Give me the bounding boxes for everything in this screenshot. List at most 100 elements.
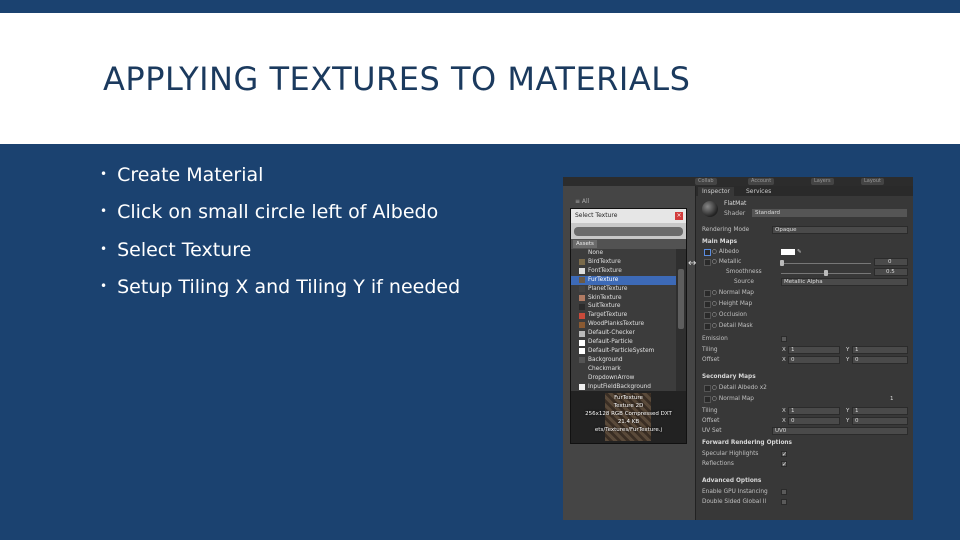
texture-list-item[interactable]: PlanetTexture	[571, 285, 676, 294]
texture-list-item[interactable]: BirdTexture	[571, 258, 676, 267]
tab-assets[interactable]: Assets	[573, 240, 597, 248]
texture-thumbnail-icon	[579, 357, 585, 364]
texture-list-item[interactable]: SuitTexture	[571, 302, 676, 311]
texture-list-item[interactable]: SkinTexture	[571, 294, 676, 303]
tab-services[interactable]: Services	[742, 187, 775, 196]
sec-tiling-x-value: 1	[791, 408, 795, 414]
detail-albedo-label[interactable]: ○ Detail Albedo x2	[712, 384, 767, 393]
layers-button[interactable]: Layers	[811, 178, 834, 185]
texture-thumbnail-icon	[579, 295, 585, 301]
texture-list-item[interactable]: Checkmark	[571, 365, 676, 374]
source-label: Source	[734, 279, 754, 285]
texture-thumbnail-icon	[579, 250, 585, 257]
texture-name: Default-Particle	[588, 339, 633, 345]
bullet-item: • Setup Tiling X and Tiling Y if needed	[100, 275, 540, 300]
offset-y-label: Y	[846, 357, 850, 363]
texture-list-item[interactable]: Background	[571, 356, 676, 365]
enable-gpu-checkbox[interactable]	[781, 489, 787, 495]
scrollbar-thumb[interactable]	[678, 269, 684, 329]
reflections-checkbox[interactable]: ✓	[781, 461, 787, 468]
metallic-label[interactable]: ○ Metallic	[712, 258, 741, 267]
sec-normal-map-label[interactable]: ○ Normal Map	[712, 395, 754, 404]
tab-inspector[interactable]: Inspector	[698, 187, 734, 196]
metallic-slider-knob[interactable]	[780, 260, 784, 266]
dialog-title: Select Texture	[571, 209, 686, 223]
advanced-options-heading: Advanced Options	[702, 478, 762, 484]
uv-set-dropdown[interactable]	[772, 427, 908, 435]
color-picker-icon[interactable]: ✎	[797, 248, 802, 256]
tiling-x-field[interactable]	[788, 346, 840, 354]
sec-tiling-x-field[interactable]	[788, 407, 840, 415]
layout-button[interactable]: Layout	[861, 178, 884, 185]
offset-y-field[interactable]	[852, 356, 908, 364]
smoothness-slider-knob[interactable]	[824, 270, 828, 276]
texture-name: TargetTexture	[588, 312, 628, 319]
sec-offset-x-field[interactable]	[788, 417, 840, 425]
sec-offset-y-field[interactable]	[852, 417, 908, 425]
texture-list-item[interactable]: None	[571, 249, 676, 258]
emission-checkbox[interactable]	[781, 336, 787, 342]
albedo-slot[interactable]	[704, 249, 711, 256]
height-map-slot[interactable]	[704, 301, 711, 308]
texture-thumbnail-icon	[579, 277, 585, 284]
detail-mask-slot[interactable]	[704, 323, 711, 330]
sec-tiling-y-field[interactable]	[852, 407, 908, 415]
tiling-y-field[interactable]	[852, 346, 908, 354]
texture-thumbnail-icon	[579, 375, 585, 382]
texture-list-item[interactable]: Default-Particle	[571, 338, 676, 347]
texture-thumbnail-icon	[579, 312, 585, 319]
collab-button[interactable]: Collab	[695, 178, 717, 185]
preview-name: FurTexture	[614, 395, 643, 401]
texture-thumbnail-icon	[579, 286, 585, 293]
bullet-item: • Create Material	[100, 162, 540, 187]
texture-name: Checkmark	[588, 365, 621, 372]
texture-name: None	[588, 250, 604, 256]
specular-highlights-label: Specular Highlights	[702, 451, 759, 457]
texture-list-item[interactable]: InputFieldBackground	[571, 383, 676, 392]
texture-thumbnail-icon	[579, 339, 585, 346]
texture-name: PlanetTexture	[588, 285, 628, 292]
texture-thumbnail-icon	[579, 384, 585, 390]
occlusion-label[interactable]: ○ Occlusion	[712, 311, 747, 320]
texture-list-item[interactable]: FurTexture	[571, 275, 676, 285]
texture-name: FontTexture	[588, 267, 622, 274]
albedo-label[interactable]: ○ Albedo	[712, 248, 739, 257]
inspector-panel: Inspector Services FlatMat Shader Standa…	[695, 186, 913, 520]
texture-list-item[interactable]: DropdownArrow	[571, 374, 676, 383]
material-sphere-icon	[702, 201, 718, 217]
account-button[interactable]: Account	[748, 178, 775, 185]
albedo-color-swatch[interactable]	[781, 249, 795, 255]
double-sided-checkbox[interactable]	[781, 499, 787, 505]
shader-dropdown[interactable]: Standard	[752, 209, 907, 217]
metallic-slider-track[interactable]	[781, 263, 871, 264]
texture-thumbnail-icon	[579, 259, 585, 266]
hierarchy-filter[interactable]: ≡ All	[575, 198, 589, 205]
height-map-label[interactable]: ○ Height Map	[712, 300, 752, 309]
metallic-value: 0	[888, 259, 892, 265]
texture-search-input[interactable]	[574, 227, 683, 236]
offset-x-field[interactable]	[788, 356, 840, 364]
detail-albedo-slot[interactable]	[704, 385, 711, 392]
normal-map-slot[interactable]	[704, 290, 711, 297]
texture-list-item[interactable]: FontTexture	[571, 267, 676, 276]
texture-list-item[interactable]: Default-ParticleSystem	[571, 347, 676, 356]
sec-normal-map-slot[interactable]	[704, 396, 711, 403]
select-texture-dialog: Select Texture × Assets None BirdTexture F…	[570, 208, 687, 444]
occlusion-slot[interactable]	[704, 312, 711, 319]
normal-map-label[interactable]: ○ Normal Map	[712, 289, 754, 298]
specular-highlights-checkbox[interactable]: ✓	[781, 451, 787, 458]
bullet-text: Select Texture	[117, 238, 252, 261]
secondary-maps-heading: Secondary Maps	[702, 374, 756, 380]
reflections-label: Reflections	[702, 461, 734, 467]
preview-path: ets/Textures/FurTexture.j	[594, 427, 663, 433]
texture-list-scrollbar[interactable]	[676, 249, 686, 391]
close-icon[interactable]: ×	[675, 212, 683, 220]
bullet-list: • Create Material • Click on small circle …	[100, 162, 540, 312]
detail-mask-label[interactable]: ○ Detail Mask	[712, 322, 753, 331]
bullet-text: Click on small circle left of Albedo	[117, 201, 439, 224]
metallic-slot[interactable]	[704, 259, 711, 266]
texture-thumbnail-icon	[579, 268, 585, 275]
texture-list-item[interactable]: Default-Checker	[571, 329, 676, 338]
texture-list-item[interactable]: WoodPlanksTexture	[571, 320, 676, 329]
texture-list-item[interactable]: TargetTexture	[571, 311, 676, 320]
